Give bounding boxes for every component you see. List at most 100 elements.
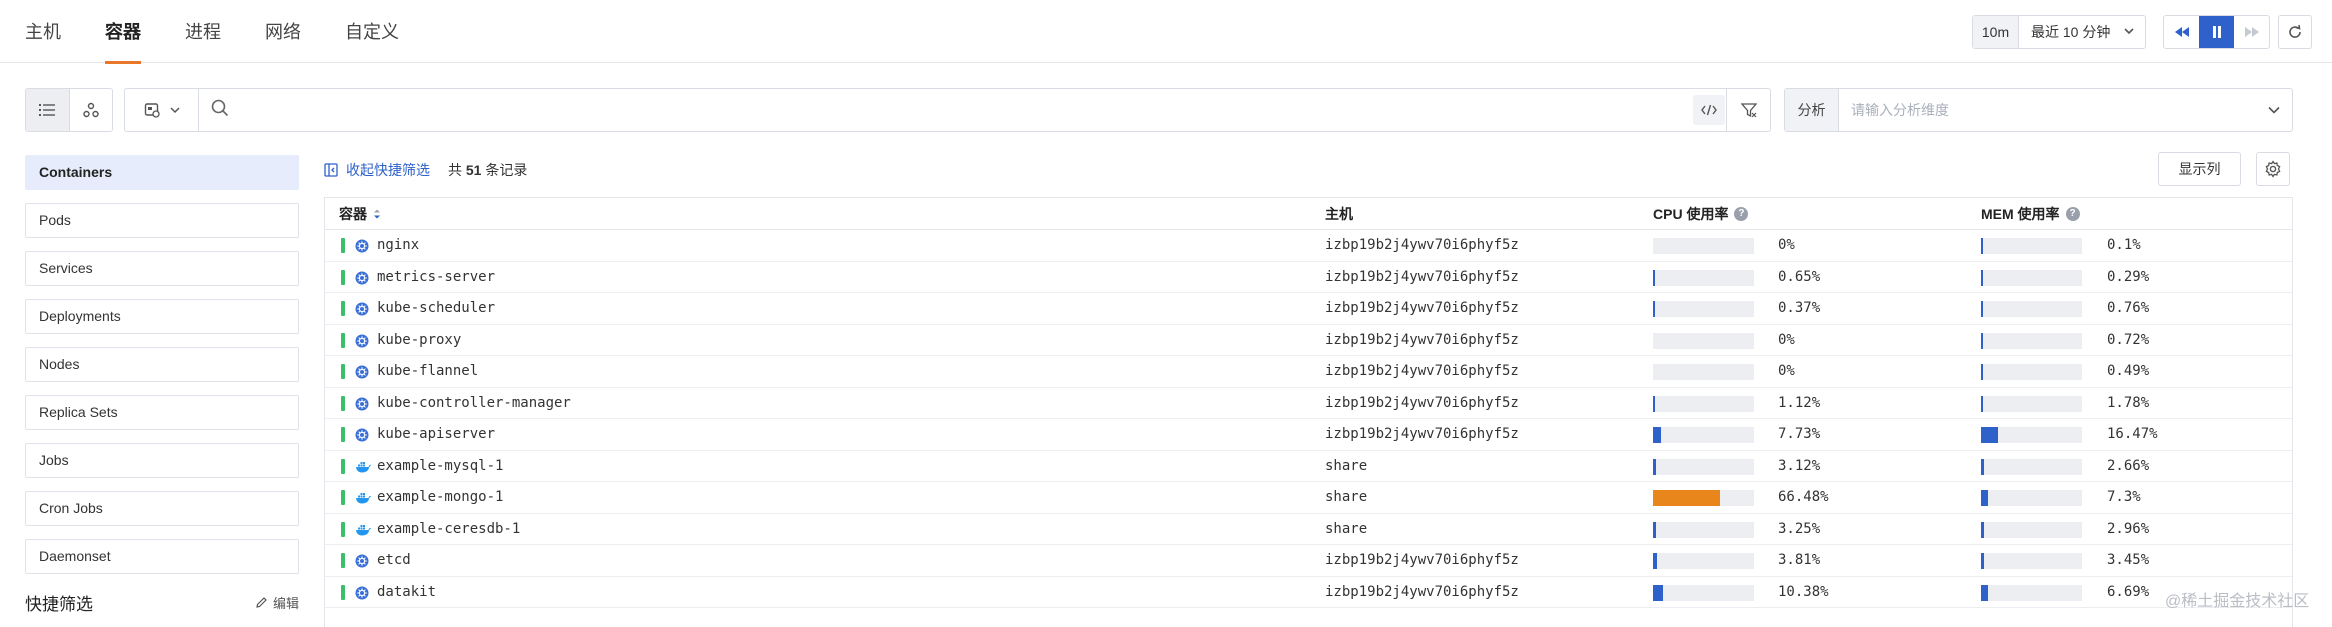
chevron-down-icon[interactable] <box>2256 106 2292 114</box>
table-row[interactable]: example-mysql-1 share 3.12% 2.66% <box>325 451 2292 482</box>
pause-button[interactable] <box>2199 16 2234 48</box>
quick-filter-header: 快捷筛选 编辑 <box>25 590 299 615</box>
host-name[interactable]: izbp19b2j4ywv70i6phyf5z <box>1325 262 1519 293</box>
mem-usage-value: 6.69% <box>2107 583 2150 600</box>
container-name[interactable]: example-mongo-1 <box>377 482 503 513</box>
cpu-usage-value: 3.12% <box>1778 457 1821 474</box>
mem-usage-value: 7.3% <box>2107 489 2141 505</box>
sidebar-item-replica-sets[interactable]: Replica Sets <box>25 395 299 430</box>
host-name[interactable]: izbp19b2j4ywv70i6phyf5z <box>1325 388 1519 419</box>
container-name[interactable]: kube-scheduler <box>377 293 495 324</box>
table-row[interactable]: datakit izbp19b2j4ywv70i6phyf5z 10.38% 6.69… <box>325 577 2292 608</box>
host-name[interactable]: share <box>1325 482 1367 513</box>
tab-network[interactable]: 网络 <box>265 0 301 63</box>
tab-container[interactable]: 容器 <box>105 0 141 64</box>
column-header-cpu[interactable]: CPU 使用率 ? <box>1653 198 1749 230</box>
table-row[interactable]: metrics-server izbp19b2j4ywv70i6phyf5z 0.6… <box>325 262 2292 293</box>
container-name[interactable]: example-ceresdb-1 <box>377 514 520 545</box>
mem-usage-fill <box>1981 427 1998 443</box>
sidebar-item-services[interactable]: Services <box>25 251 299 286</box>
table-row[interactable]: kube-scheduler izbp19b2j4ywv70i6phyf5z 0.3… <box>325 293 2292 325</box>
container-name[interactable]: kube-controller-manager <box>377 388 571 419</box>
help-icon[interactable]: ? <box>1734 207 1749 221</box>
container-name[interactable]: datakit <box>377 577 436 608</box>
container-name[interactable]: kube-apiserver <box>377 419 495 450</box>
record-count-prefix: 共 <box>448 162 462 178</box>
container-name[interactable]: metrics-server <box>377 262 495 293</box>
sidebar-item-cron-jobs[interactable]: Cron Jobs <box>25 491 299 526</box>
column-header-mem-label: MEM 使用率 <box>1981 206 2060 222</box>
table-row[interactable]: kube-proxy izbp19b2j4ywv70i6phyf5z 0% 0.72% <box>325 325 2292 356</box>
sidebar-item-containers[interactable]: Containers <box>25 155 299 190</box>
tab-custom[interactable]: 自定义 <box>345 0 399 63</box>
host-name[interactable]: izbp19b2j4ywv70i6phyf5z <box>1325 577 1519 608</box>
container-name[interactable]: kube-proxy <box>377 325 461 356</box>
host-name[interactable]: izbp19b2j4ywv70i6phyf5z <box>1325 230 1519 261</box>
watermark: @稀土掘金技术社区 <box>2165 593 2310 610</box>
column-header-container[interactable]: 容器 <box>339 198 381 230</box>
host-name[interactable]: izbp19b2j4ywv70i6phyf5z <box>1325 356 1519 387</box>
sidebar-item-deployments[interactable]: Deployments <box>25 299 299 334</box>
time-quick-value[interactable]: 10m <box>1973 16 2019 48</box>
filter-icon <box>1740 103 1757 118</box>
table-row[interactable]: nginx izbp19b2j4ywv70i6phyf5z 0% 0.1% <box>325 230 2292 262</box>
data-source-select[interactable] <box>125 89 199 131</box>
tab-host[interactable]: 主机 <box>25 0 61 63</box>
table-row[interactable]: kube-controller-manager izbp19b2j4ywv70i6… <box>325 388 2292 419</box>
host-name[interactable]: share <box>1325 451 1367 482</box>
status-indicator <box>341 490 345 505</box>
search-input[interactable] <box>229 90 1770 130</box>
container-name[interactable]: nginx <box>377 230 419 261</box>
table-row[interactable]: kube-flannel izbp19b2j4ywv70i6phyf5z 0% 0.4… <box>325 356 2292 388</box>
topology-view-button[interactable] <box>70 89 113 131</box>
cpu-usage-bar <box>1653 364 1754 380</box>
container-name[interactable]: example-mysql-1 <box>377 451 503 482</box>
host-name[interactable]: izbp19b2j4ywv70i6phyf5z <box>1325 293 1519 324</box>
kubernetes-icon <box>355 334 369 348</box>
view-toggle <box>25 88 113 132</box>
host-name[interactable]: izbp19b2j4ywv70i6phyf5z <box>1325 545 1519 576</box>
query-code-button[interactable] <box>1693 95 1725 125</box>
rewind-button[interactable] <box>2164 16 2199 48</box>
sidebar-item-jobs[interactable]: Jobs <box>25 443 299 478</box>
mem-usage-bar <box>1981 332 2082 349</box>
list-view-button[interactable] <box>26 89 70 131</box>
list-toolbar: 收起快捷筛选 共 51 条记录 <box>324 156 527 184</box>
host-name[interactable]: izbp19b2j4ywv70i6phyf5z <box>1325 325 1519 356</box>
column-header-mem[interactable]: MEM 使用率 ? <box>1981 198 2080 230</box>
sidebar-item-pods[interactable]: Pods <box>25 203 299 238</box>
time-range-picker[interactable]: 10m 最近 10 分钟 <box>1972 15 2146 49</box>
edit-quick-filter-button[interactable]: 编辑 <box>255 593 299 612</box>
host-name[interactable]: izbp19b2j4ywv70i6phyf5z <box>1325 419 1519 450</box>
host-name[interactable]: share <box>1325 514 1367 545</box>
container-name[interactable]: etcd <box>377 545 411 576</box>
help-icon[interactable]: ? <box>2065 207 2080 221</box>
display-columns-button[interactable]: 显示列 <box>2158 152 2241 186</box>
analysis-label: 分析 <box>1785 89 1839 131</box>
sidebar-item-daemonset[interactable]: Daemonset <box>25 539 299 574</box>
tab-process[interactable]: 进程 <box>185 0 221 63</box>
cpu-usage-fill <box>1653 584 1663 601</box>
table-row[interactable]: etcd izbp19b2j4ywv70i6phyf5z 3.81% 3.45% <box>325 545 2292 577</box>
sidebar-item-nodes[interactable]: Nodes <box>25 347 299 382</box>
table-row[interactable]: kube-apiserver izbp19b2j4ywv70i6phyf5z 7.7… <box>325 419 2292 451</box>
cpu-usage-fill <box>1653 553 1657 569</box>
column-header-host[interactable]: 主机 <box>1325 198 1353 230</box>
settings-button[interactable] <box>2256 152 2290 186</box>
mem-usage-fill <box>1981 395 1983 412</box>
mem-usage-value: 2.66% <box>2107 457 2150 474</box>
table-row[interactable]: example-ceresdb-1 share 3.25% 2.96% <box>325 514 2292 545</box>
container-name[interactable]: kube-flannel <box>377 356 478 387</box>
filter-button[interactable] <box>1726 89 1770 131</box>
status-indicator <box>341 269 345 285</box>
analysis-input[interactable] <box>1839 102 2256 118</box>
mem-usage-fill <box>1981 458 1984 475</box>
kubernetes-icon <box>355 271 369 285</box>
collapse-quick-filter-button[interactable]: 收起快捷筛选 <box>324 160 430 180</box>
forward-button[interactable] <box>2234 16 2269 48</box>
refresh-button[interactable] <box>2278 15 2312 49</box>
mem-usage-bar <box>1981 427 2082 443</box>
pause-icon <box>2212 26 2221 38</box>
table-row[interactable]: example-mongo-1 share 66.48% 7.3% <box>325 482 2292 514</box>
sort-icon <box>374 209 380 219</box>
